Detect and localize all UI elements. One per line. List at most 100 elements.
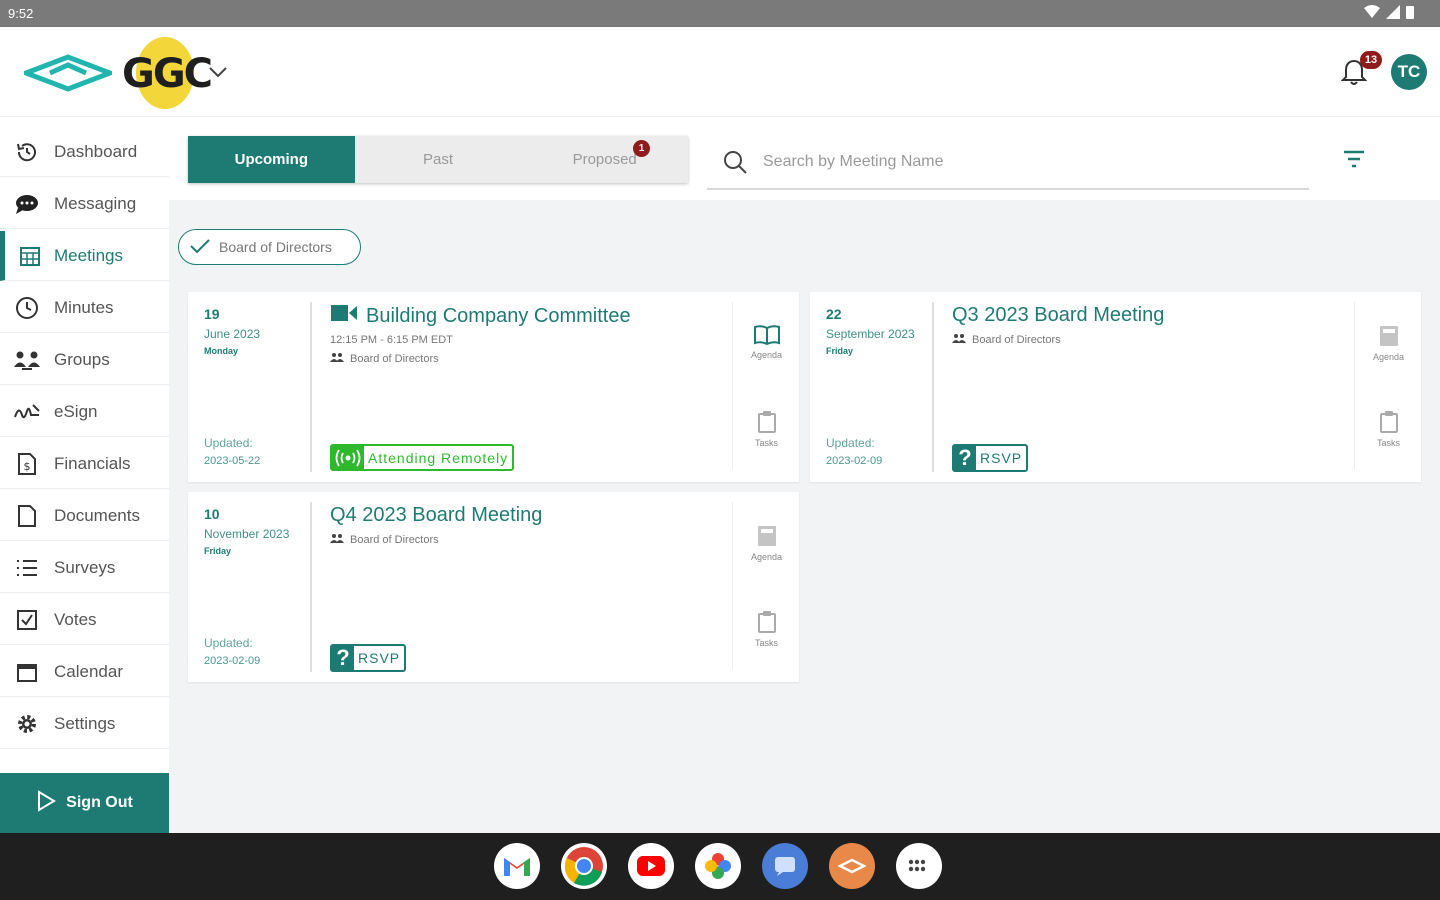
- sidebar-item-surveys[interactable]: Surveys: [0, 543, 169, 593]
- sidebar-item-label: Financials: [54, 453, 131, 473]
- brand-logo[interactable]: GGC: [122, 51, 213, 97]
- youtube-icon[interactable]: [628, 843, 674, 889]
- closed-book-icon: [733, 524, 800, 548]
- sign-out-label: Sign Out: [66, 794, 133, 811]
- system-dock: [0, 833, 1440, 900]
- sidebar-nav: Dashboard Messaging Meetings Minutes Gro…: [0, 127, 169, 833]
- filter-icon[interactable]: [1343, 149, 1365, 174]
- meeting-weekday: Monday: [204, 346, 239, 356]
- meeting-title[interactable]: Building Company Committee: [366, 305, 631, 328]
- user-avatar[interactable]: TC: [1391, 54, 1427, 90]
- tasks-button[interactable]: Tasks: [733, 610, 800, 648]
- tab-past[interactable]: Past: [355, 136, 522, 183]
- messages-icon[interactable]: [762, 843, 808, 889]
- meeting-card[interactable]: 19 June 2023 Monday Updated: 2023-05-22 …: [188, 292, 799, 482]
- meeting-day: 10: [204, 506, 220, 522]
- tab-label: Upcoming: [234, 151, 308, 168]
- app-drawer-icon[interactable]: [896, 843, 942, 889]
- gear-icon: [0, 712, 54, 736]
- rsvp-button[interactable]: ? RSVP: [330, 644, 407, 672]
- agenda-button[interactable]: Agenda: [1355, 324, 1422, 362]
- signal-icon: [1386, 5, 1400, 22]
- rsvp-button[interactable]: ? RSVP: [952, 444, 1029, 472]
- meeting-month: November 2023: [204, 527, 290, 541]
- sign-out-button[interactable]: Sign Out: [0, 773, 169, 833]
- updated-label: Updated:: [204, 436, 253, 450]
- chevron-down-icon[interactable]: [208, 65, 228, 84]
- meeting-group-row: Board of Directors: [330, 533, 542, 546]
- attending-remotely-badge[interactable]: Attending Remotely: [330, 444, 515, 471]
- updated-label: Updated:: [826, 436, 875, 450]
- meeting-actions: Agenda Tasks: [1354, 302, 1421, 470]
- sidebar-item-votes[interactable]: Votes: [0, 595, 169, 645]
- meeting-group-row: Board of Directors: [330, 352, 631, 365]
- chat-icon: [0, 193, 54, 215]
- sidebar-item-groups[interactable]: Groups: [0, 335, 169, 385]
- tab-proposed[interactable]: Proposed 1: [521, 136, 688, 183]
- tasks-label: Tasks: [754, 438, 778, 448]
- meeting-card[interactable]: 10 November 2023 Friday Updated: 2023-02…: [188, 492, 799, 682]
- sidebar-item-label: Calendar: [54, 661, 123, 681]
- sidebar-item-label: eSign: [54, 401, 98, 421]
- chip-label: Board of Directors: [219, 239, 332, 255]
- remote-broadcast-icon: [332, 446, 364, 469]
- sidebar-item-label: Minutes: [54, 297, 114, 317]
- meeting-info: Q3 2023 Board Meeting Board of Directors: [952, 304, 1164, 346]
- meeting-title[interactable]: Q4 2023 Board Meeting: [330, 504, 542, 527]
- filter-chip[interactable]: Board of Directors: [178, 229, 361, 265]
- ggc-app-icon[interactable]: [829, 843, 875, 889]
- sidebar-item-financials[interactable]: $ Financials: [0, 439, 169, 489]
- tasks-button[interactable]: Tasks: [733, 410, 800, 448]
- sidebar-item-label: Surveys: [54, 557, 116, 577]
- search-input[interactable]: [763, 153, 1283, 171]
- question-icon: ?: [954, 445, 976, 470]
- sidebar-item-esign[interactable]: eSign: [0, 387, 169, 437]
- tab-upcoming[interactable]: Upcoming: [188, 136, 355, 183]
- search-bar: [707, 136, 1309, 190]
- meeting-title-row: Q4 2023 Board Meeting: [330, 504, 542, 527]
- notification-badge: 13: [1360, 51, 1382, 69]
- sidebar-item-label: Settings: [54, 713, 116, 733]
- app-header: GGC 13 TC: [0, 27, 1440, 117]
- tasks-button[interactable]: Tasks: [1355, 410, 1422, 448]
- meeting-day: 19: [204, 306, 220, 322]
- meeting-card[interactable]: 22 September 2023 Friday Updated: 2023-0…: [810, 292, 1421, 482]
- sidebar-item-settings[interactable]: Settings: [0, 699, 169, 749]
- sidebar-item-label: Votes: [54, 609, 97, 629]
- meeting-month: June 2023: [204, 327, 261, 341]
- sidebar-item-documents[interactable]: Documents: [0, 491, 169, 541]
- tasks-label: Tasks: [754, 638, 778, 648]
- wifi-icon: [1364, 5, 1380, 22]
- rsvp-label: RSVP: [980, 450, 1023, 466]
- updated-date: 2023-02-09: [204, 655, 261, 667]
- sidebar-item-meetings[interactable]: Meetings: [0, 231, 169, 281]
- chrome-icon[interactable]: [561, 843, 607, 889]
- sidebar-item-label: Documents: [54, 505, 140, 525]
- check-icon: [189, 238, 211, 257]
- sidebar-item-dashboard[interactable]: Dashboard: [0, 127, 169, 177]
- tab-label: Proposed: [572, 151, 637, 168]
- sidebar-item-messaging[interactable]: Messaging: [0, 179, 169, 229]
- agenda-label: Agenda: [750, 552, 783, 562]
- sidebar-item-label: Groups: [54, 349, 110, 369]
- meeting-day: 22: [826, 306, 842, 322]
- meeting-time: 12:15 PM - 6:15 PM EDT: [330, 334, 453, 346]
- search-icon: [707, 149, 763, 175]
- gmail-icon[interactable]: [494, 843, 540, 889]
- agenda-button[interactable]: Agenda: [733, 324, 800, 360]
- history-icon: [0, 140, 54, 164]
- sidebar-item-calendar[interactable]: Calendar: [0, 647, 169, 697]
- meeting-title-row: Building Company Committee: [330, 304, 631, 328]
- meeting-tabs: Upcoming Past Proposed 1: [188, 136, 688, 183]
- calendar-icon: [0, 661, 54, 683]
- open-book-icon: [733, 324, 800, 346]
- agenda-button[interactable]: Agenda: [733, 524, 800, 562]
- sidebar-item-label: Messaging: [54, 193, 137, 213]
- calendar-grid-icon: [5, 245, 54, 267]
- proposed-count-badge: 1: [633, 140, 651, 157]
- groups-icon: [0, 349, 54, 371]
- system-status-bar: 9:52: [0, 0, 1440, 27]
- sidebar-item-minutes[interactable]: Minutes: [0, 283, 169, 333]
- meeting-title[interactable]: Q3 2023 Board Meeting: [952, 304, 1164, 327]
- photos-icon[interactable]: [695, 843, 741, 889]
